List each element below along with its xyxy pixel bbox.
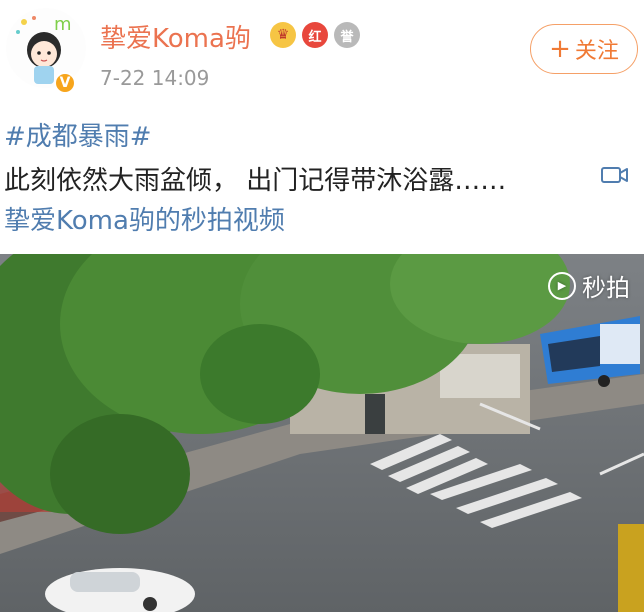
post-timestamp[interactable]: 7-22 14:09 — [100, 66, 209, 90]
post-text: 此刻依然大雨盆倾， 出门记得带沐浴露…… — [4, 166, 507, 196]
medal-icon[interactable]: 誉 — [334, 22, 360, 48]
plus-icon: + — [549, 34, 571, 64]
red-badge-icon[interactable]: 红 — [302, 22, 328, 48]
crown-icon[interactable]: ♛ — [270, 22, 296, 48]
follow-label: 关注 — [574, 39, 619, 64]
hashtag-link[interactable]: #成都暴雨# — [4, 116, 152, 153]
video-camera-icon — [601, 167, 628, 183]
username[interactable]: 挚爱Koma驹 — [100, 18, 251, 55]
watermark-label: 秒拍 — [582, 274, 630, 302]
video-watermark: ▶ 秒拍 — [548, 268, 630, 303]
follow-button[interactable]: + 关注 — [530, 24, 638, 74]
verified-badge-icon: V — [54, 72, 76, 94]
street-scene-image — [0, 254, 644, 612]
svg-text:m: m — [54, 14, 72, 35]
video-link[interactable]: 挚爱Koma驹的秒拍视频 — [4, 200, 285, 237]
play-circle-icon: ▶ — [548, 271, 576, 300]
video-thumbnail[interactable]: ▶ 秒拍 — [0, 254, 644, 612]
user-badges: ♛ 红 誉 — [270, 22, 360, 48]
